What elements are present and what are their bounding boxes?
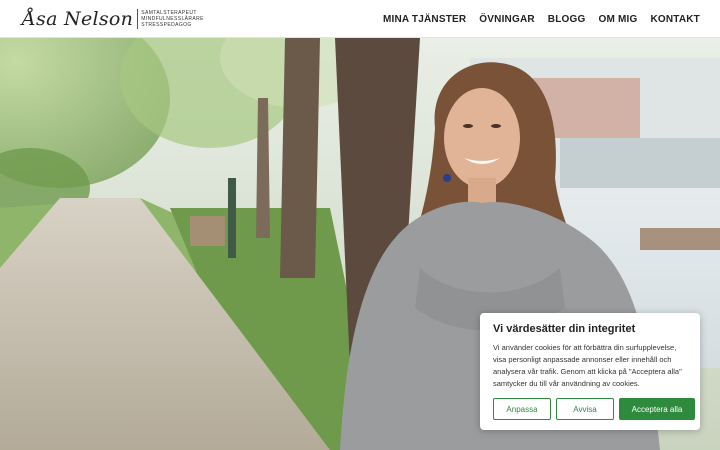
customize-button[interactable]: Anpassa	[493, 398, 551, 420]
nav-link-mina-tjanster[interactable]: MINA TJÄNSTER	[383, 14, 466, 25]
logo-tag: STRESSPEDAGOG	[141, 22, 192, 28]
nav-link-kontakt[interactable]: KONTAKT	[650, 14, 700, 25]
nav-link-blogg[interactable]: BLOGG	[548, 14, 586, 25]
accept-all-button[interactable]: Acceptera alla	[619, 398, 695, 420]
logo-tagline: SAMTALSTERAPEUT MINDFULNESSLÄRARE STRESS…	[141, 10, 204, 28]
nav-link-om-mig[interactable]: OM MIG	[598, 14, 637, 25]
site-logo[interactable]: Åsa Nelson SAMTALSTERAPEUT MINDFULNESSLÄ…	[22, 4, 204, 34]
cookie-consent-dialog: Vi värdesätter din integritet Vi använde…	[480, 313, 700, 430]
logo-name: Åsa Nelson	[22, 8, 134, 30]
main-nav: MINA TJÄNSTER ÖVNINGAR BLOGG OM MIG KONT…	[383, 0, 700, 38]
cookie-title: Vi värdesätter din integritet	[493, 323, 636, 335]
cookie-button-row: Anpassa Avvisa Acceptera alla	[493, 398, 695, 420]
reject-button[interactable]: Avvisa	[556, 398, 614, 420]
nav-link-ovningar[interactable]: ÖVNINGAR	[479, 14, 535, 25]
cookie-description: Vi använder cookies för att förbättra di…	[493, 343, 682, 388]
logo-divider	[137, 9, 139, 29]
site-header: Åsa Nelson SAMTALSTERAPEUT MINDFULNESSLÄ…	[0, 0, 720, 38]
